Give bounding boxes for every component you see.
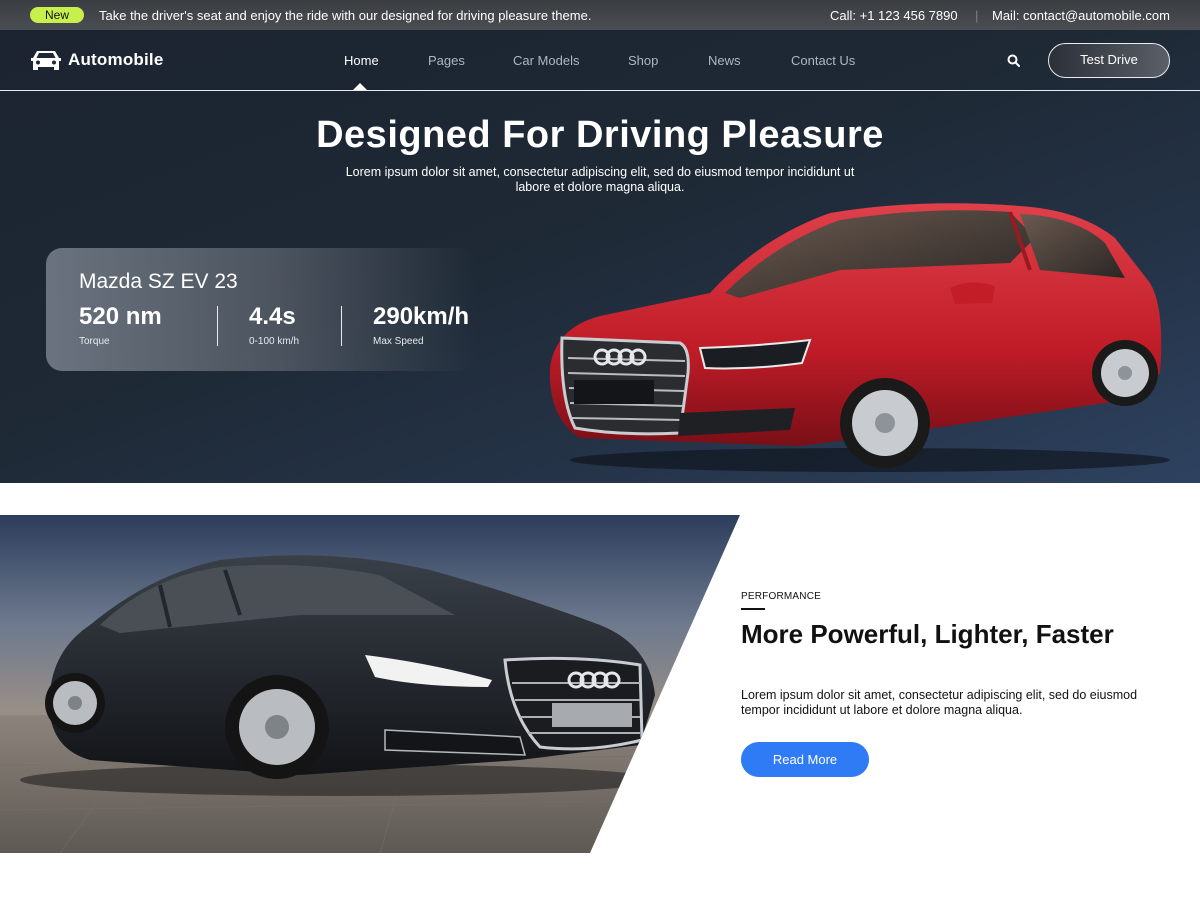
announcement-text: Take the driver's seat and enjoy the rid… xyxy=(99,8,592,23)
hero-subtitle: Lorem ipsum dolor sit amet, consectetur … xyxy=(345,165,855,194)
max-speed-label: Max Speed xyxy=(373,336,424,347)
car-specs-card: Mazda SZ EV 23 520 nm Torque 4.4s 0-100 … xyxy=(46,248,476,371)
nav-item-pages[interactable]: Pages xyxy=(428,53,465,68)
section-eyebrow: PERFORMANCE xyxy=(741,591,821,602)
feature-title: More Powerful, Lighter, Faster xyxy=(741,619,1114,649)
phone-link[interactable]: Call: +1 123 456 7890 xyxy=(830,8,958,23)
stat-divider xyxy=(217,306,218,346)
brand-logo[interactable]: Automobile xyxy=(30,48,164,72)
nav-item-home[interactable]: Home xyxy=(344,53,379,68)
dark-car-illustration xyxy=(0,515,740,853)
stat-divider xyxy=(341,306,342,346)
feature-car-image xyxy=(0,515,740,853)
brand-name: Automobile xyxy=(68,50,164,69)
car-model-name: Mazda SZ EV 23 xyxy=(79,270,238,293)
contact-separator: | xyxy=(975,8,979,23)
nav-item-news[interactable]: News xyxy=(708,53,741,68)
hero-car-image xyxy=(549,203,1170,472)
max-speed-value: 290km/h xyxy=(373,303,470,330)
hero-section: Automobile Home Pages Car Models Shop Ne… xyxy=(0,30,1200,483)
car-icon xyxy=(31,51,61,70)
torque-value: 520 nm xyxy=(79,303,162,330)
nav-item-contact-us[interactable]: Contact Us xyxy=(791,53,855,68)
read-more-button[interactable]: Read More xyxy=(741,742,869,777)
acceleration-label: 0-100 km/h xyxy=(249,336,300,347)
nav-divider xyxy=(0,90,1200,91)
email-link[interactable]: Mail: contact@automobile.com xyxy=(992,8,1170,23)
nav-item-shop[interactable]: Shop xyxy=(628,53,658,68)
search-icon[interactable] xyxy=(1007,54,1020,67)
acceleration-value: 4.4s xyxy=(249,303,296,330)
active-nav-indicator xyxy=(353,83,367,90)
torque-label: Torque xyxy=(79,336,110,347)
top-announcement-bar: New Take the driver's seat and enjoy the… xyxy=(0,0,1200,30)
eyebrow-underline xyxy=(741,608,765,610)
test-drive-button[interactable]: Test Drive xyxy=(1048,43,1170,78)
feature-description: Lorem ipsum dolor sit amet, consectetur … xyxy=(741,688,1138,717)
new-badge: New xyxy=(30,7,84,23)
hero-title: Designed For Driving Pleasure xyxy=(316,114,884,156)
nav-item-car-models[interactable]: Car Models xyxy=(513,53,579,68)
